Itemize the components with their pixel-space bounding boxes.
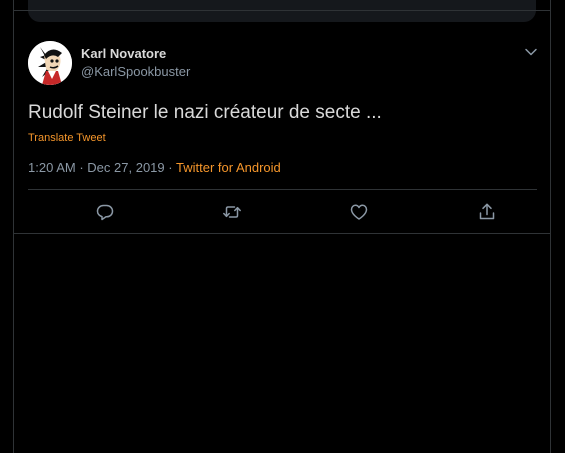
like-button[interactable] — [349, 202, 369, 222]
retweet-icon — [223, 206, 241, 218]
reply-button[interactable] — [95, 202, 115, 222]
tweet-meta: 1:20 AM · Dec 27, 2019 · Twitter for And… — [28, 160, 281, 176]
timeline-column: Karl Novatore @KarlSpookbuster Rudolf St… — [13, 0, 551, 453]
heart-icon — [350, 204, 368, 220]
chevron-down-icon[interactable] — [523, 44, 539, 60]
top-divider — [14, 10, 550, 11]
reply-icon — [96, 204, 114, 221]
tweet-source-link[interactable]: Twitter for Android — [176, 160, 281, 175]
tweet-text: Rudolf Steiner le nazi créateur de secte… — [28, 102, 382, 123]
tweet-time[interactable]: 1:20 AM — [28, 160, 76, 175]
translate-tweet-link[interactable]: Translate Tweet — [28, 130, 106, 146]
author-name[interactable]: Karl Novatore — [81, 46, 166, 62]
tweet-actions — [28, 190, 537, 233]
avatar[interactable] — [28, 41, 72, 85]
share-icon — [479, 203, 495, 220]
meta-separator: · — [168, 160, 173, 175]
tweet-bottom-divider — [14, 233, 550, 234]
share-button[interactable] — [477, 202, 497, 222]
meta-separator: · — [79, 160, 84, 175]
avatar-illustration-icon — [28, 41, 72, 85]
retweet-button[interactable] — [222, 202, 242, 222]
author-handle[interactable]: @KarlSpookbuster — [81, 64, 190, 80]
tweet-date[interactable]: Dec 27, 2019 — [87, 160, 164, 175]
previous-tweet-card — [28, 0, 536, 22]
